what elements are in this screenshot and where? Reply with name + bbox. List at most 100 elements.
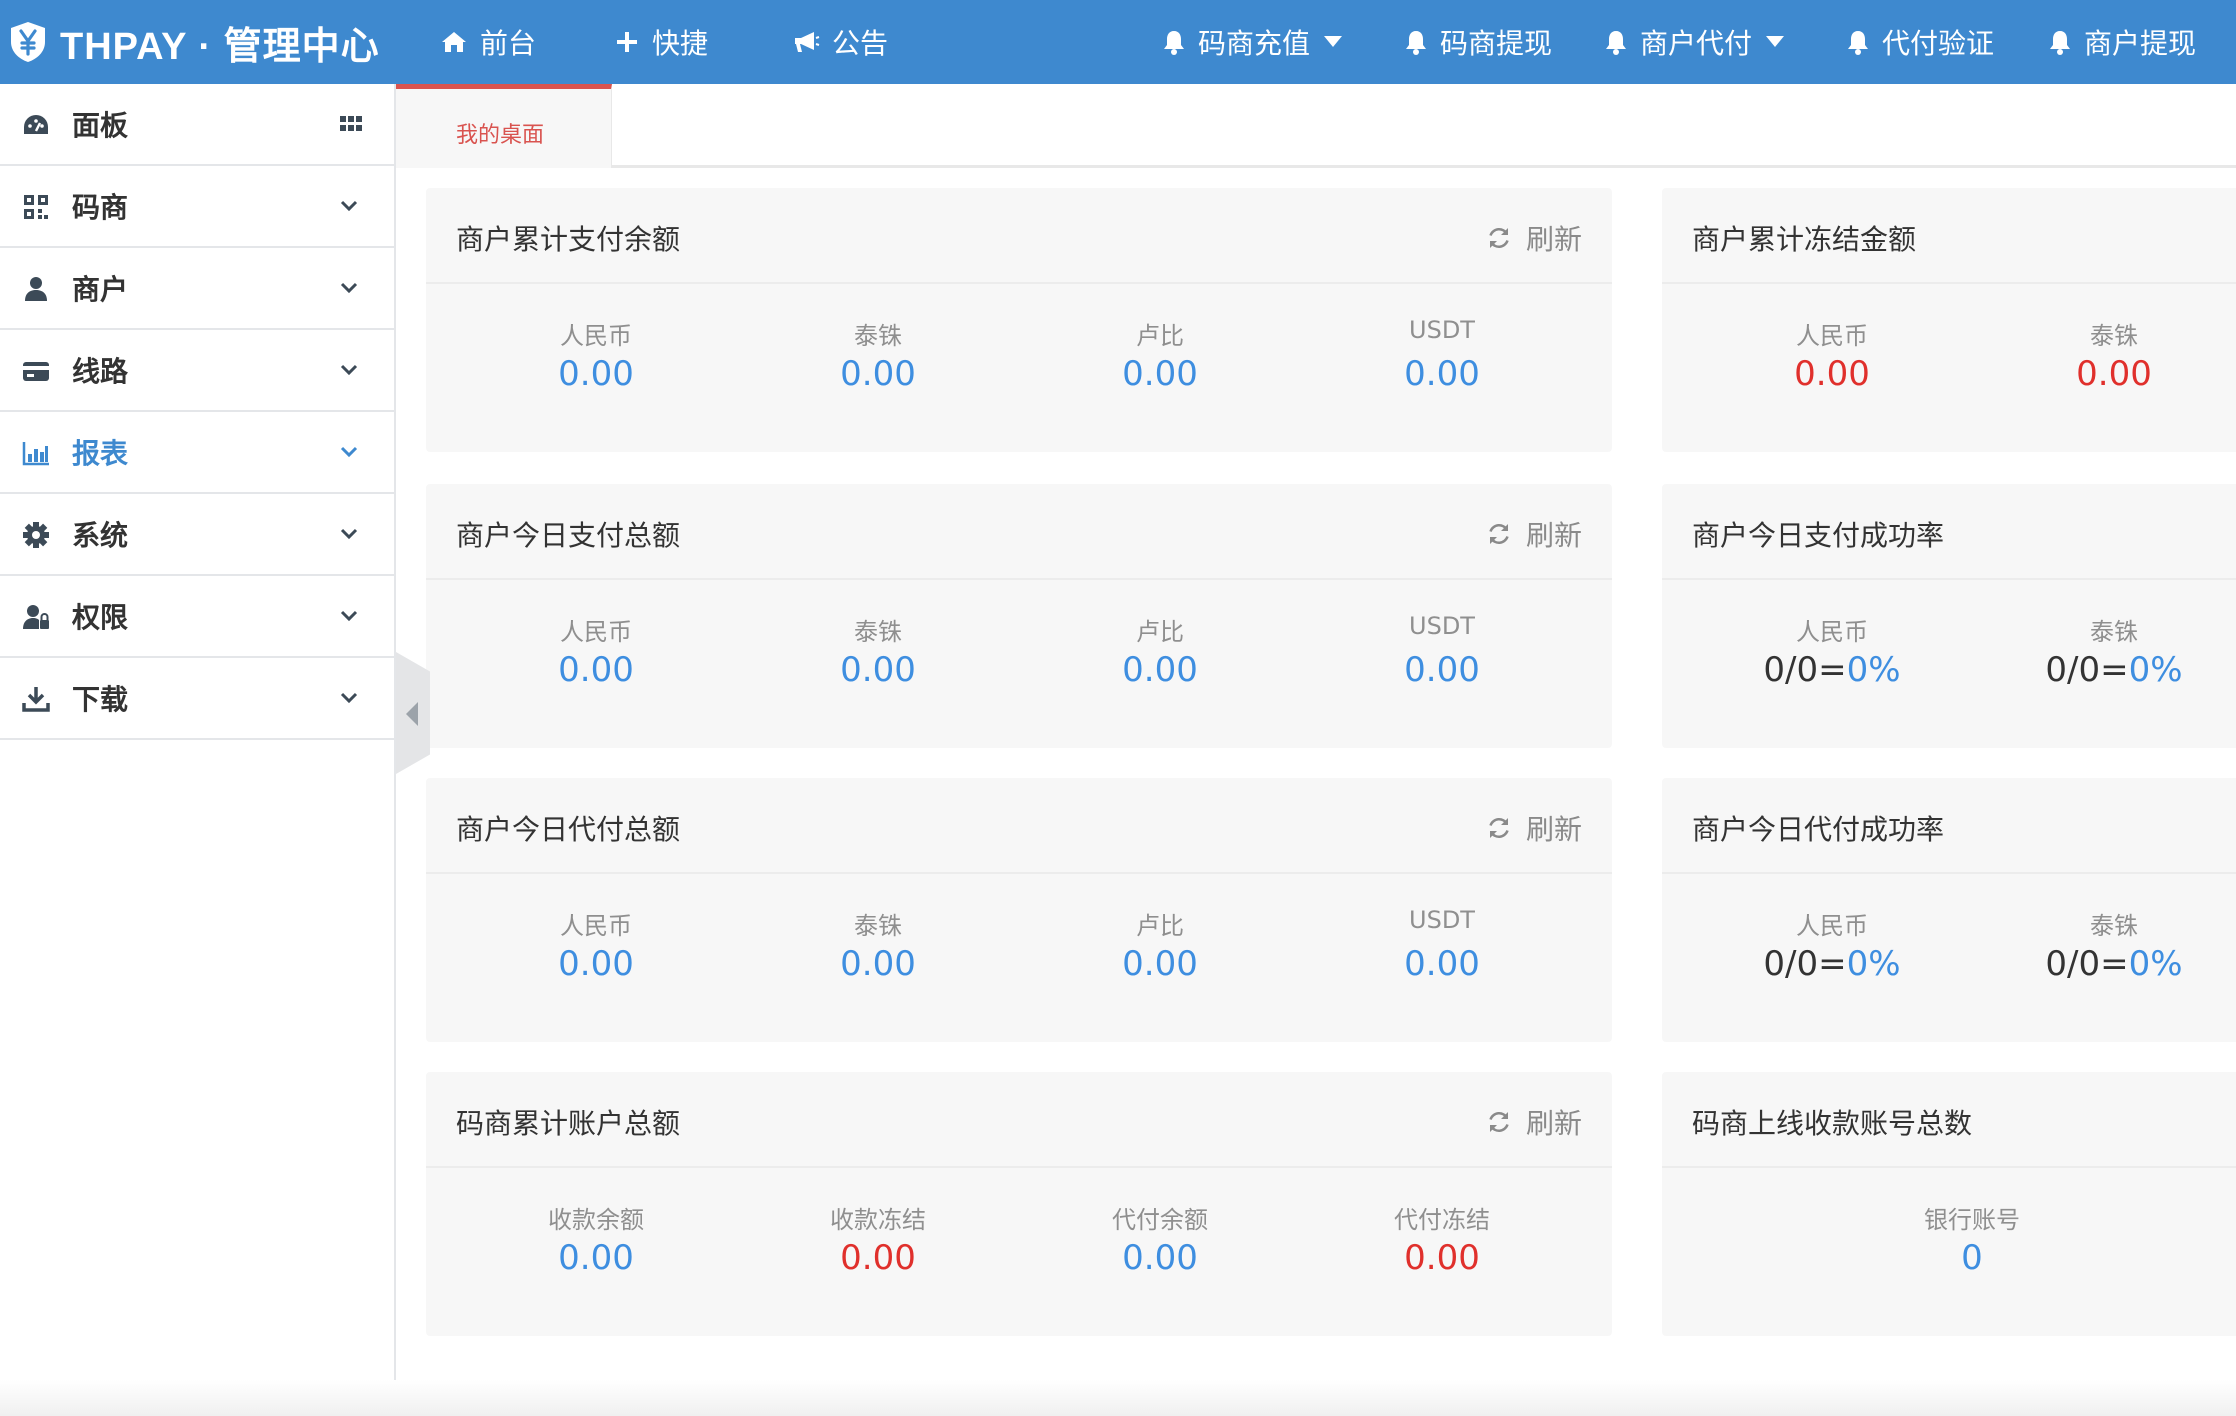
nav-frontend[interactable]: 前台 (440, 0, 536, 84)
bell-icon (1848, 31, 1868, 55)
stat-label: 泰铢 (2089, 322, 2138, 350)
sidebar-item-report[interactable]: 报表 (0, 412, 394, 494)
nav-code-withdraw-label: 码商提现 (1440, 27, 1553, 60)
bell-icon (2050, 31, 2070, 55)
sidebar-item-label: 下载 (72, 683, 129, 716)
stat-percent: 0% (1846, 650, 1901, 690)
gear-icon (23, 522, 49, 548)
bullhorn-icon (795, 32, 820, 52)
nav-shortcut[interactable]: 快捷 (614, 0, 708, 84)
stat-value: 0.00 (1404, 354, 1480, 394)
top-navbar: THPAY · 管理中心 前台 快捷 公告 码商充值 码商提现 商户代付 代付验… (0, 0, 2236, 84)
tab-my-desktop[interactable]: 我的桌面 (396, 84, 612, 168)
refresh-button[interactable]: 刷新 (1486, 808, 1582, 848)
bell-icon (1164, 31, 1184, 55)
nav-payout-verify[interactable]: 代付验证 (1846, 0, 1994, 84)
sidebar-item-label: 系统 (72, 519, 129, 552)
stat-payout-frozen: 代付冻结 0.00 (1394, 1200, 1490, 1278)
nav-merchant-withdraw[interactable]: 商户提现 (2048, 0, 2196, 84)
stat-label: USDT (1409, 906, 1475, 934)
stat-value: 0.00 (558, 944, 634, 984)
sidebar-item-code-merchant[interactable]: 码商 (0, 166, 394, 248)
sidebar-item-label: 报表 (72, 437, 129, 470)
stat-cny: 人民币 0.00 (558, 316, 634, 394)
stat-inr: 卢比 0.00 (1122, 316, 1198, 394)
refresh-icon (1489, 228, 1509, 248)
stat-thb: 泰铢 0.00 (840, 316, 916, 394)
stat-value: 0.00 (840, 944, 916, 984)
chevron-down-icon (340, 364, 358, 376)
stat-label: 泰铢 (853, 618, 902, 646)
sidebar-item-download[interactable]: 下载 (0, 658, 394, 740)
nav-code-withdraw[interactable]: 码商提现 (1404, 0, 1552, 84)
brand-logo[interactable]: THPAY · 管理中心 (8, 0, 380, 84)
home-icon (442, 32, 466, 52)
stat-cny: 人民币 0.00 (1794, 316, 1870, 394)
refresh-button[interactable]: 刷新 (1486, 218, 1582, 258)
stat-value: 0.00 (1122, 944, 1198, 984)
refresh-icon (1489, 524, 1509, 544)
nav-merchant-payout[interactable]: 商户代付 (1604, 0, 1785, 84)
sidebar-item-label: 权限 (72, 601, 129, 634)
stat-value: 0.00 (558, 650, 634, 690)
bell-icon (1406, 31, 1426, 55)
nav-code-recharge[interactable]: 码商充值 (1162, 0, 1343, 84)
sidebar-collapse-toggle[interactable] (396, 652, 430, 774)
stat-value: 0.00 (1794, 354, 1870, 394)
stat-collect-frozen: 收款冻结 0.00 (830, 1200, 926, 1278)
user-lock-icon (23, 605, 49, 629)
stat-value: 0.00 (1404, 944, 1480, 984)
stat-thb: 泰铢 0.00 (840, 612, 916, 690)
sidebar-item-merchant[interactable]: 商户 (0, 248, 394, 330)
stat-label: 卢比 (1135, 322, 1184, 350)
stat-label: 人民币 (559, 618, 632, 646)
stat-inr: 卢比 0.00 (1122, 612, 1198, 690)
stat-thb: 泰铢 0.00 (2076, 316, 2152, 394)
card-title: 商户累计冻结金额 (1692, 223, 1917, 256)
stat-usdt: USDT 0.00 (1404, 612, 1480, 690)
refresh-label: 刷新 (1525, 519, 1582, 552)
sidebar: 面板 码商 商户 线路 报表 系统 权限 下载 (0, 84, 396, 1416)
card-title: 商户今日支付成功率 (1692, 519, 1945, 552)
sidebar-item-dashboard[interactable]: 面板 (0, 84, 394, 166)
caret-down-icon (1766, 36, 1785, 47)
stat-label: 代付冻结 (1394, 1206, 1490, 1234)
stat-label: 人民币 (559, 912, 632, 940)
stat-percent: 0% (1846, 944, 1901, 984)
refresh-button[interactable]: 刷新 (1486, 514, 1582, 554)
stat-usdt: USDT 0.00 (1404, 906, 1480, 984)
stat-thb: 泰铢 0/0=0% (2045, 612, 2182, 690)
nav-announcement[interactable]: 公告 (792, 0, 888, 84)
stat-value: 0.00 (1404, 1238, 1480, 1278)
stat-label: 卢比 (1135, 912, 1184, 940)
stat-label: 人民币 (1795, 618, 1868, 646)
card-online-accounts: 码商上线收款账号总数 银行账号 0 (1662, 1072, 2236, 1336)
sidebar-item-permission[interactable]: 权限 (0, 576, 394, 658)
dashboard-icon (24, 115, 48, 134)
stat-inr: 卢比 0.00 (1122, 906, 1198, 984)
stat-label: 人民币 (559, 322, 632, 350)
stat-cny: 人民币 0.00 (558, 612, 634, 690)
caret-down-icon (1324, 36, 1343, 47)
refresh-button[interactable]: 刷新 (1486, 1102, 1582, 1142)
stat-thb: 泰铢 0.00 (840, 906, 916, 984)
stat-label: 代付余额 (1112, 1206, 1208, 1234)
stat-payout-balance: 代付余额 0.00 (1112, 1200, 1208, 1278)
refresh-label: 刷新 (1525, 223, 1582, 256)
nav-code-recharge-label: 码商充值 (1198, 27, 1311, 60)
chevron-down-icon (340, 446, 358, 458)
stat-label: USDT (1409, 316, 1475, 344)
stat-value: 0.00 (1122, 650, 1198, 690)
stat-label: 收款余额 (548, 1206, 644, 1234)
nav-merchant-payout-label: 商户代付 (1640, 27, 1753, 60)
plus-icon (617, 32, 637, 52)
caret-left-icon (406, 702, 418, 726)
stat-value: 0.00 (840, 650, 916, 690)
stat-value: 0/0=0% (2045, 650, 2182, 690)
sidebar-item-route[interactable]: 线路 (0, 330, 394, 412)
sidebar-item-system[interactable]: 系统 (0, 494, 394, 576)
card-title: 商户今日支付总额 (456, 519, 681, 552)
stat-value: 0 (1961, 1238, 1983, 1278)
card-code-merchant-accounts: 码商累计账户总额 刷新 收款余额 0.00 收款冻结 0.00 代付余额 0.00 代… (426, 1072, 1612, 1336)
stat-value: 0.00 (1404, 650, 1480, 690)
